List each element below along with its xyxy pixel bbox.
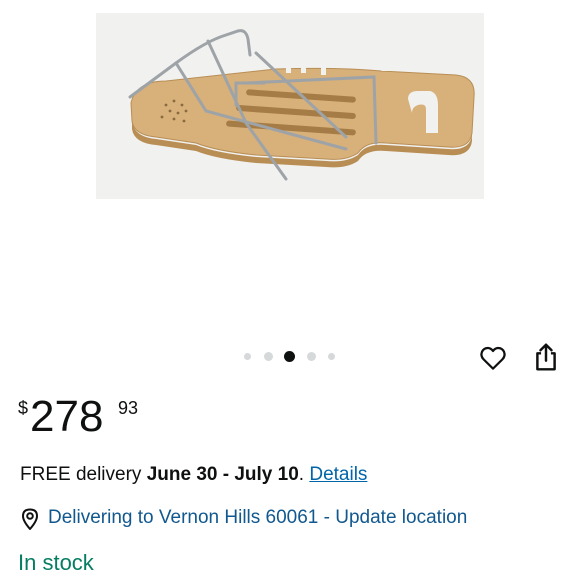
carousel-dot-3-active[interactable]: [284, 351, 295, 362]
delivery-suffix: .: [298, 464, 310, 485]
location-pin-icon: [20, 507, 40, 531]
carousel-dot-4[interactable]: [307, 352, 316, 361]
delivery-details-link[interactable]: Details: [309, 464, 367, 485]
carousel-dot-2[interactable]: [264, 352, 273, 361]
delivery-dates: June 30 - July 10: [146, 464, 299, 485]
share-icon[interactable]: [531, 341, 561, 373]
stock-status: In stock: [18, 550, 94, 575]
delivery-prefix: FREE delivery: [20, 464, 147, 485]
price-whole: 278: [30, 392, 104, 441]
product-image[interactable]: [96, 13, 484, 199]
carousel-dot-5[interactable]: [328, 353, 335, 360]
location-text[interactable]: Delivering to Vernon Hills 60061 - Updat…: [48, 507, 467, 529]
heart-outline-icon[interactable]: [478, 343, 508, 373]
image-carousel-indicator[interactable]: [240, 350, 340, 364]
price-fraction: 93: [118, 398, 139, 418]
price-currency-symbol: $: [18, 398, 29, 418]
carousel-dot-1[interactable]: [244, 353, 251, 360]
delivery-info: FREE delivery June 30 - July 10. Details: [20, 464, 367, 486]
bath-caddy-illustration: [128, 29, 475, 181]
